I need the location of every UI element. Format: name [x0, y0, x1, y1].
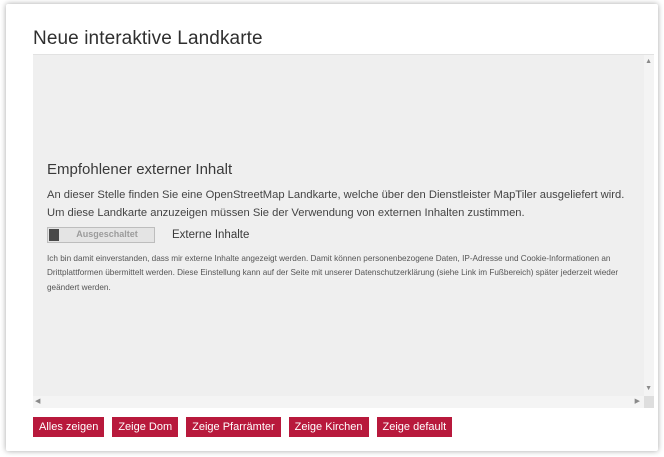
map-card: Neue interaktive Landkarte ▲ ▼ ◀ ▶ Empfo…: [6, 4, 658, 451]
scroll-down-icon[interactable]: ▼: [645, 385, 652, 392]
consent-disclaimer: Ich bin damit einverstanden, dass mir ex…: [47, 254, 619, 292]
map-filter-buttons: Alles zeigen Zeige Dom Zeige Pfarrämter …: [33, 417, 453, 437]
toggle-caption: Externe Inhalte: [172, 229, 250, 241]
consent-heading: Empfohlener externer Inhalt: [47, 161, 233, 178]
toggle-state-label: Ausgeschaltet: [76, 229, 138, 239]
consent-description: An dieser Stelle finden Sie eine OpenStr…: [47, 189, 625, 219]
show-default-button[interactable]: Zeige default: [376, 417, 453, 437]
horizontal-scrollbar[interactable]: [33, 396, 644, 408]
consent-toggle-row: Ausgeschaltet Externe Inhalte: [47, 226, 249, 244]
scrollbar-corner: [644, 396, 654, 408]
vertical-scrollbar[interactable]: [644, 55, 654, 396]
show-dom-button[interactable]: Zeige Dom: [112, 417, 179, 437]
page-title: Neue interaktive Landkarte: [33, 28, 263, 49]
external-content-toggle[interactable]: Ausgeschaltet: [47, 227, 155, 243]
scroll-right-icon[interactable]: ▶: [635, 398, 640, 405]
scroll-up-icon[interactable]: ▲: [645, 58, 652, 65]
show-churches-button[interactable]: Zeige Kirchen: [288, 417, 369, 437]
scroll-left-icon[interactable]: ◀: [35, 398, 40, 405]
show-all-button[interactable]: Alles zeigen: [33, 417, 105, 437]
show-parish-offices-button[interactable]: Zeige Pfarrämter: [186, 417, 281, 437]
map-embed-frame[interactable]: ▲ ▼ ◀ ▶ Empfohlener externer Inhalt An d…: [33, 54, 654, 408]
